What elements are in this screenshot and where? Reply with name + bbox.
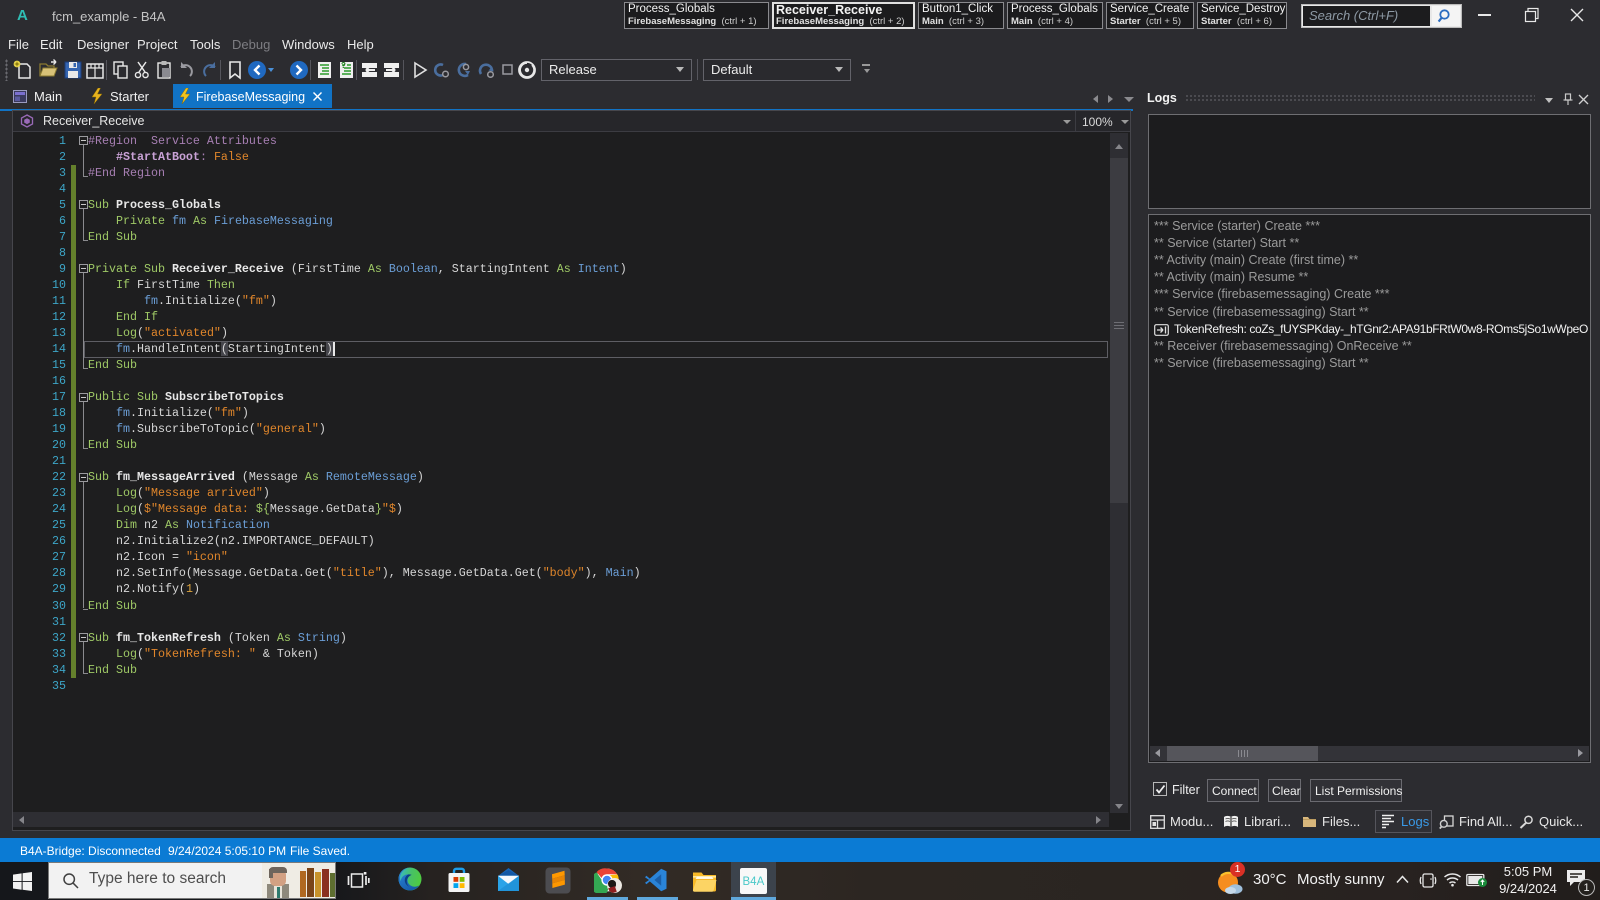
svg-text:?: ? <box>341 61 346 70</box>
